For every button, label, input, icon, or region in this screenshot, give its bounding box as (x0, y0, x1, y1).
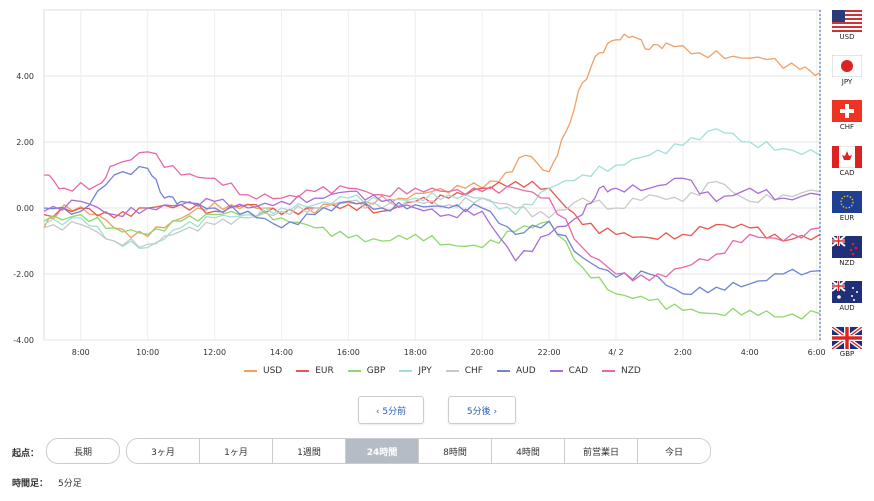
chart-legend: USD EUR GBP JPY CHF AUD CAD NZD (244, 366, 641, 376)
series-line-nzd (43, 151, 821, 282)
legend-swatch (549, 370, 563, 372)
flag-usd[interactable]: USD (828, 10, 866, 41)
flag-code: EUR (839, 214, 855, 222)
y-tick-label: 0.00 (16, 204, 34, 213)
range-label: 8時間 (443, 447, 467, 458)
legend-label: GBP (366, 366, 386, 376)
ch-flag-icon (832, 100, 862, 122)
eu-flag-icon (832, 191, 862, 213)
flag-code: CAD (839, 169, 855, 177)
y-tick-label: -2.00 (13, 270, 34, 279)
x-axis-ticks: 8:00 10:00 12:00 14:00 16:00 18:00 20:00 22:00 4… (72, 348, 826, 357)
x-tick-label: 18:00 (404, 348, 427, 357)
x-tick-label: 2:00 (674, 348, 692, 357)
x-tick-label: 16:00 (337, 348, 360, 357)
start-point-label: 起点： (12, 449, 40, 459)
legend-item-cad[interactable]: CAD (549, 366, 589, 376)
flag-gbp[interactable]: GBP (828, 327, 866, 358)
range-label: 1週間 (297, 447, 321, 458)
range-label: 3ヶ月 (151, 447, 175, 458)
range-previous-business-day[interactable]: 前営業日 (565, 439, 638, 463)
range-label: 24時間 (366, 447, 398, 458)
y-tick-label: 4.00 (16, 72, 34, 81)
flag-eur[interactable]: EUR (828, 191, 866, 222)
flag-code: AUD (839, 304, 855, 312)
flag-code: JPY (841, 78, 853, 86)
legend-item-nzd[interactable]: NZD (602, 366, 641, 376)
range-selector: 3ヶ月 1ヶ月 1週間 24時間 8時間 4時間 前営業日 今日 (126, 438, 711, 464)
us-flag-icon (832, 10, 862, 32)
range-label: 1ヶ月 (224, 447, 248, 458)
flag-code: NZD (839, 259, 855, 267)
flag-cad[interactable]: CAD (828, 146, 866, 177)
jp-flag-icon (832, 55, 862, 77)
flag-jpy[interactable]: JPY (828, 55, 866, 86)
legend-swatch (399, 370, 413, 372)
legend-swatch (244, 370, 257, 372)
flag-code: USD (839, 33, 855, 41)
x-tick-label: 4:00 (741, 348, 759, 357)
next-5min-label: 5分後 › (466, 406, 498, 417)
x-tick-label: 12:00 (203, 348, 226, 357)
timeframe-info: 時間足： 5分足 (12, 476, 82, 489)
legend-item-aud[interactable]: AUD (496, 366, 536, 376)
legend-label: EUR (315, 366, 334, 376)
legend-item-eur[interactable]: EUR (296, 366, 334, 376)
legend-label: AUD (515, 366, 536, 376)
x-tick-label: 20:00 (471, 348, 494, 357)
legend-label: USD (263, 366, 283, 376)
y-tick-label: -4.00 (13, 336, 34, 345)
prev-5min-label: ‹ 5分前 (375, 406, 407, 417)
x-tick-label: 4/ 2 (608, 348, 623, 357)
range-4-hours[interactable]: 4時間 (492, 439, 565, 463)
range-24-hours[interactable]: 24時間 (346, 439, 419, 463)
legend-label: CAD (568, 366, 589, 376)
prev-5min-button[interactable]: ‹ 5分前 (358, 396, 424, 424)
x-tick-label: 22:00 (538, 348, 561, 357)
legend-label: JPY (418, 366, 432, 376)
next-5min-button[interactable]: 5分後 › (448, 396, 516, 424)
chart-lines (43, 33, 821, 320)
range-1-week[interactable]: 1週間 (273, 439, 346, 463)
range-label: 4時間 (516, 447, 540, 458)
flag-chf[interactable]: CHF (828, 100, 866, 131)
flag-code: GBP (839, 350, 855, 358)
flag-nzd[interactable]: NZD (828, 236, 866, 267)
legend-label: CHF (464, 366, 483, 376)
range-label: 今日 (664, 447, 683, 458)
range-1-month[interactable]: 1ヶ月 (200, 439, 273, 463)
legend-item-usd[interactable]: USD (244, 366, 282, 376)
timeframe-label: 時間足： (12, 479, 49, 489)
timeframe-value: 5分足 (58, 479, 82, 489)
y-axis-ticks: 4.00 2.00 0.00 -2.00 -4.00 (13, 72, 34, 345)
x-tick-label: 6:00 (808, 348, 826, 357)
au-flag-icon (832, 281, 862, 303)
x-tick-label: 10:00 (136, 348, 159, 357)
legend-swatch (445, 370, 459, 372)
legend-swatch (296, 370, 310, 372)
range-3-months[interactable]: 3ヶ月 (127, 439, 200, 463)
range-label: 前営業日 (582, 447, 619, 458)
flag-code: CHF (839, 123, 855, 131)
gb-flag-icon (832, 327, 862, 349)
range-8-hours[interactable]: 8時間 (419, 439, 492, 463)
legend-swatch (602, 370, 616, 372)
legend-item-jpy[interactable]: JPY (399, 366, 432, 376)
legend-swatch (347, 370, 361, 372)
y-tick-label: 2.00 (16, 138, 34, 147)
legend-label: NZD (621, 366, 641, 376)
ca-flag-icon (832, 146, 862, 168)
range-long-term-button[interactable]: 長期 (46, 438, 120, 464)
range-today[interactable]: 今日 (638, 439, 710, 463)
nz-flag-icon (832, 236, 862, 258)
legend-item-gbp[interactable]: GBP (347, 366, 386, 376)
flag-aud[interactable]: AUD (828, 281, 866, 312)
range-long-term-label: 長期 (73, 447, 92, 458)
legend-item-chf[interactable]: CHF (445, 366, 483, 376)
x-tick-label: 8:00 (72, 348, 90, 357)
legend-swatch (496, 370, 510, 372)
line-chart: 4.00 2.00 0.00 -2.00 -4.00 8:00 10:00 12:00 14:… (13, 9, 826, 357)
x-tick-label: 14:00 (270, 348, 293, 357)
